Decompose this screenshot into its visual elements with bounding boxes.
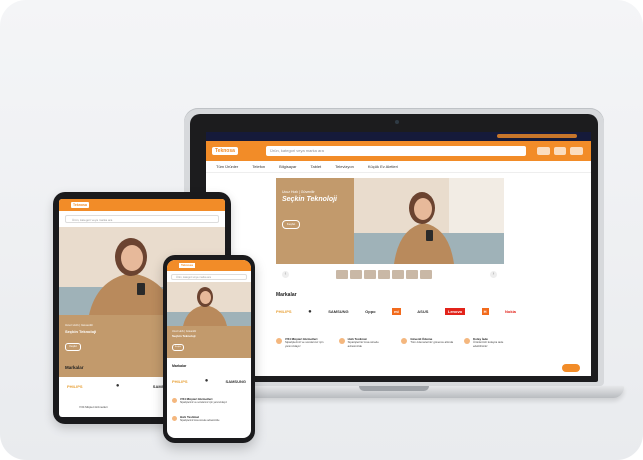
hero-button[interactable]: Keşfet	[282, 220, 300, 229]
delivery-icon	[338, 338, 345, 344]
return-icon	[463, 338, 470, 344]
brand-logo[interactable]: SAMSUNG	[226, 379, 246, 384]
thumbnail[interactable]	[364, 270, 376, 279]
hero-photo	[167, 282, 251, 326]
phone-header: Teknosa	[167, 260, 251, 271]
hero-kicker: Ucuz Hızlı | Güvenilir	[172, 330, 197, 333]
feature-text: Siparişleriniz ve sorularınız için yanın…	[285, 340, 324, 348]
nav-item[interactable]: Tüm Ürünler	[216, 164, 238, 169]
brand-logo[interactable]: PHILIPS	[276, 309, 292, 314]
user-icon[interactable]	[537, 147, 550, 155]
nav-item[interactable]: Küçük Ev Aletleri	[368, 164, 398, 169]
feature-text: Siparişleriniz kısa sürede adresinizde	[180, 419, 220, 422]
search-input[interactable]: Ürün, kategori veya marka ara	[65, 215, 219, 223]
hero-text-panel: Ucuz Hızlı | Güvenilir Seçkin Teknoloji …	[167, 326, 251, 358]
thumbnail[interactable]	[336, 270, 348, 279]
feature-item: Kolay İade Ürünlerinizi kolayca iade edeb…	[463, 337, 516, 348]
promo-badge[interactable]	[497, 134, 577, 138]
feature-text: Siparişleriniz kısa sürede adresinizde	[347, 340, 379, 348]
top-strip	[206, 132, 591, 141]
feature-item: 7/24 Müşteri Hizmetleri Siparişleriniz ve…	[276, 337, 328, 348]
laptop-screen: Teknosa Ürün, kategori veya marka ara Tü…	[206, 132, 591, 376]
brand-logo[interactable]: PHILIPS	[67, 384, 83, 389]
favorites-icon[interactable]	[553, 147, 567, 155]
product-mockup-card: Teknosa Ürün, kategori veya marka ara Tü…	[0, 0, 643, 460]
hero-text-panel: Ucuz Hızlı | Güvenilir Seçkin Teknoloji …	[276, 178, 354, 264]
carousel-prev-icon[interactable]: ‹	[282, 271, 289, 278]
nav-item[interactable]: Televizyon	[335, 164, 354, 169]
thumbnail[interactable]	[420, 270, 432, 279]
nav-item[interactable]: Telefon	[252, 164, 265, 169]
apple-icon[interactable]: ●	[308, 309, 312, 315]
brands-row: PHILIPS ● SAMSUNG Oppo mi ASUS Lenovo H …	[276, 308, 516, 315]
feature-title: 7/24 Müşteri Hizmetleri	[79, 405, 108, 409]
hero-title: Seçkin Teknoloji	[282, 196, 337, 203]
brands-title: Markalar	[65, 365, 84, 370]
apple-icon[interactable]: ●	[116, 383, 120, 389]
hero-kicker: Ucuz Hızlı | Güvenilir	[65, 323, 93, 327]
feature-item: Hızlı Teslimat Siparişleriniz kısa sürede…	[338, 337, 391, 348]
brands-row: PHILIPS ● SAMSUNG	[172, 378, 246, 384]
phone-device: Teknosa Ürün, kategori veya marka ara Uc…	[163, 255, 255, 443]
category-nav: Tüm Ürünler Telefon Bilgisayar Tablet Te…	[206, 161, 591, 173]
support-icon	[276, 338, 282, 344]
brand-logo[interactable]: PHILIPS	[172, 379, 188, 384]
carousel-thumbnails	[336, 270, 432, 279]
thumbnail[interactable]	[378, 270, 390, 279]
brands-title: Markalar	[276, 292, 297, 298]
phone-screen: Teknosa Ürün, kategori veya marka ara Uc…	[167, 260, 251, 438]
brand-logo[interactable]: Lenovo	[444, 308, 466, 315]
nav-item[interactable]: Tablet	[310, 164, 321, 169]
brand-logo[interactable]: ASUS	[417, 309, 428, 314]
thumbnail[interactable]	[406, 270, 418, 279]
support-icon	[172, 398, 177, 403]
camera-icon	[395, 120, 399, 124]
features-row: 7/24 Müşteri Hizmetleri Siparişleriniz ve…	[276, 337, 516, 348]
brand-logo[interactable]: SAMSUNG	[328, 309, 348, 314]
tablet-header: Teknosa	[59, 199, 225, 211]
feature-text: Siparişleriniz ve sorularınız için yanın…	[180, 401, 227, 404]
cart-icon[interactable]	[570, 147, 584, 155]
apple-icon[interactable]: ●	[205, 378, 209, 384]
nav-item[interactable]: Bilgisayar	[279, 164, 296, 169]
hero-title: Seçkin Teknoloji	[65, 329, 97, 334]
brands-title: Markalar	[172, 364, 187, 368]
site-logo[interactable]: Teknosa	[179, 263, 195, 268]
site-logo[interactable]: Teknosa	[71, 202, 89, 208]
feature-item: Hızlı Teslimat Siparişleriniz kısa sürede…	[172, 416, 248, 422]
hero-button[interactable]: Keşfet	[65, 343, 81, 351]
brand-logo[interactable]: mi	[392, 308, 401, 315]
carousel-next-icon[interactable]: ›	[490, 271, 497, 278]
site-header: Teknosa Ürün, kategori veya marka ara	[206, 141, 591, 161]
hero-photo	[354, 178, 504, 264]
thumbnail[interactable]	[392, 270, 404, 279]
search-input[interactable]: Ürün, kategori veya marka ara	[171, 274, 247, 280]
site-logo[interactable]: Teknosa	[212, 147, 238, 155]
brand-logo[interactable]: H	[481, 308, 489, 315]
feature-text: Tüm ödemeleriniz güvence altında	[410, 340, 454, 345]
brand-logo[interactable]: Oppo	[365, 309, 375, 314]
hero-button[interactable]: Keşfet	[172, 344, 184, 351]
secure-payment-icon	[401, 338, 408, 344]
search-input[interactable]: Ürün, kategori veya marka ara	[266, 146, 526, 156]
chat-button[interactable]	[562, 364, 580, 372]
thumbnail[interactable]	[350, 270, 362, 279]
brand-logo[interactable]: Nokia	[505, 309, 516, 314]
laptop-notch	[359, 386, 429, 391]
header-icons	[537, 147, 584, 155]
hero-kicker: Ucuz Hızlı | Güvenilir	[282, 190, 315, 194]
feature-item: Güvenli Ödeme Tüm ödemeleriniz güvence al…	[401, 337, 454, 348]
feature-item: 7/24 Müşteri Hizmetleri Siparişleriniz ve…	[172, 398, 248, 404]
delivery-icon	[172, 416, 177, 421]
feature-text: Ürünlerinizi kolayca iade edebilirsiniz	[472, 340, 504, 348]
hero-title: Seçkin Teknoloji	[172, 334, 196, 338]
hero-banner[interactable]: Ucuz Hızlı | Güvenilir Seçkin Teknoloji …	[276, 178, 504, 264]
